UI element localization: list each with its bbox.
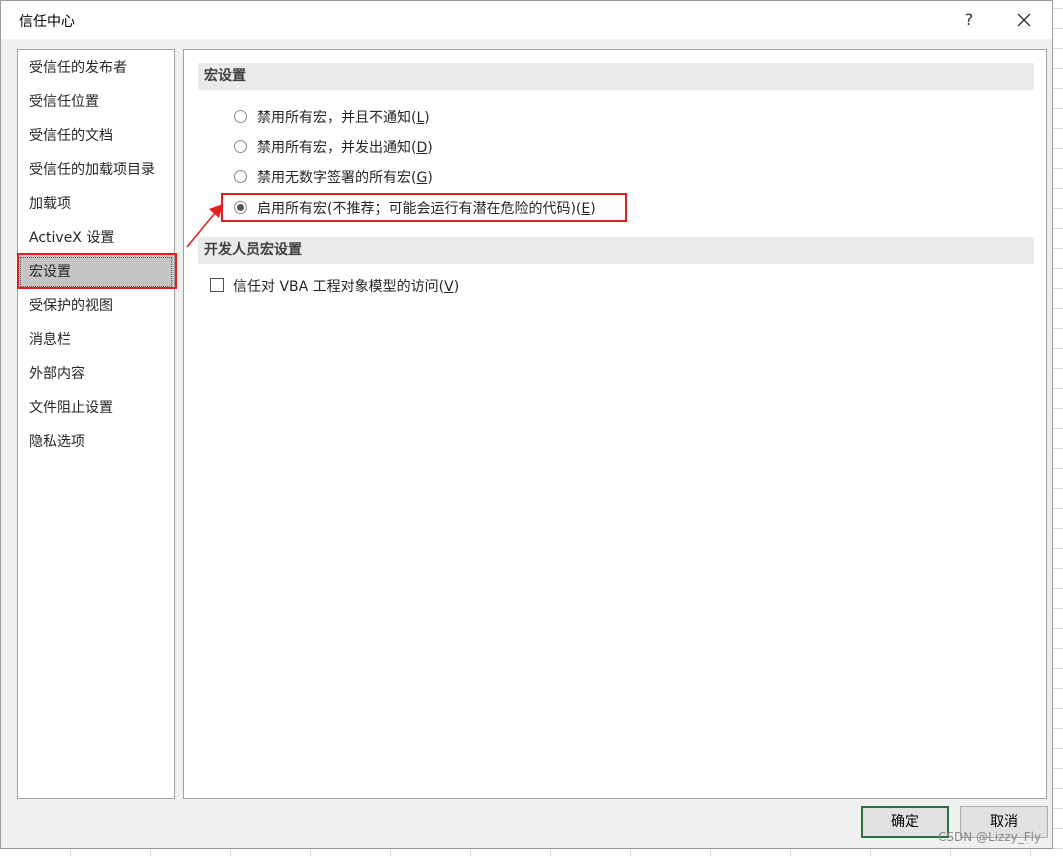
annotation-arrow-icon [186, 204, 223, 248]
trust-center-dialog: 信任中心 ? 受信任的发布者 受信任位置 受信任的文档 受信任的加载项目录 加载… [0, 0, 1053, 849]
ok-button[interactable]: 确定 [861, 806, 949, 838]
watermark: CSDN @Lizzy_Fly [938, 830, 1042, 844]
